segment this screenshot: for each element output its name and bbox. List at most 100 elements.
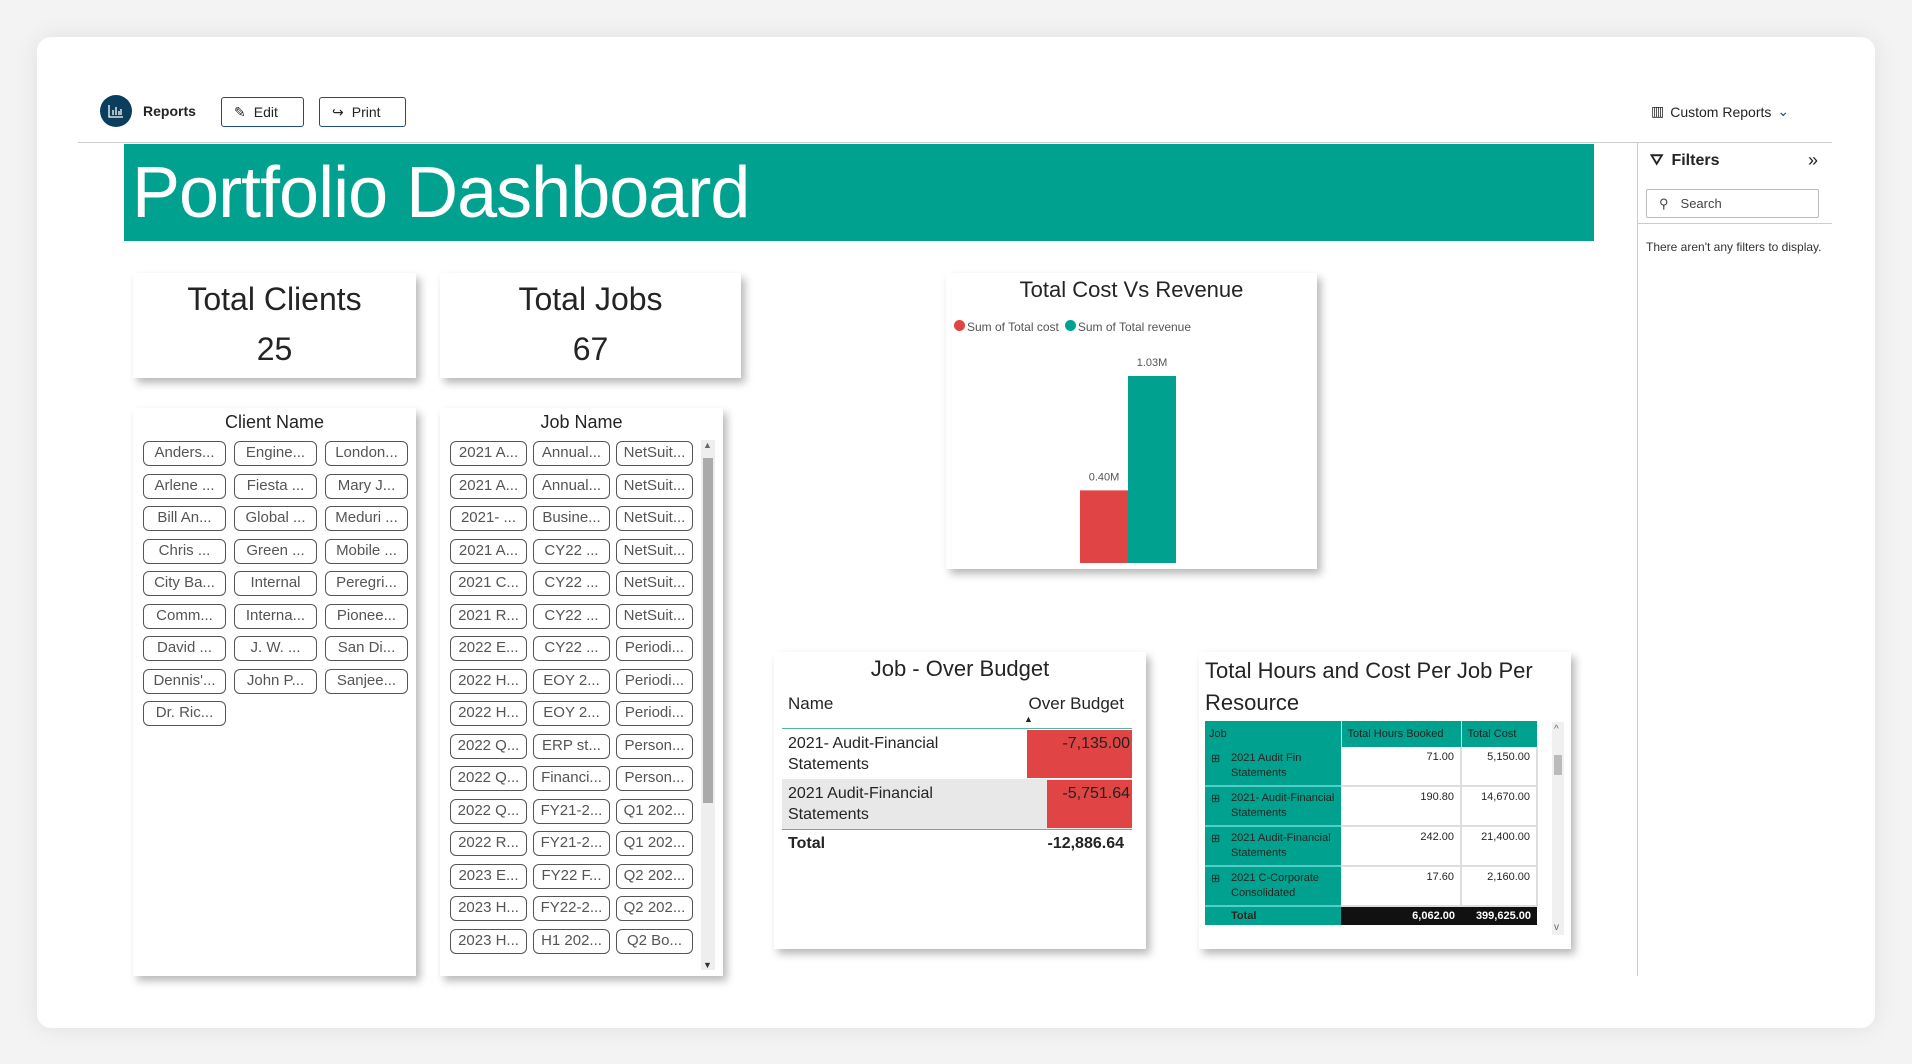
scrollbar-thumb[interactable]	[703, 458, 713, 803]
slicer-chip[interactable]: 2021 A...	[450, 441, 527, 466]
matrix-row[interactable]: ⊞ 2021 C-Corporate Consolidated 17.60 2,160…	[1205, 866, 1538, 907]
matrix-row[interactable]: ⊞ 2021 Audit-Financial Statements 242.00 21…	[1205, 826, 1538, 867]
slicer-chip[interactable]: Bill An...	[143, 506, 226, 531]
slicer-chip[interactable]: 2022 Q...	[450, 733, 527, 759]
slicer-chip[interactable]: 2022 R...	[450, 831, 527, 856]
slicer-chip[interactable]: Q1 202...	[616, 798, 693, 824]
column-header-name[interactable]: Name	[788, 694, 833, 714]
expand-icon[interactable]: ⊞	[1211, 792, 1220, 807]
slicer-chip[interactable]: 2022 H...	[450, 668, 527, 694]
slicer-chip[interactable]: NetSuit...	[616, 506, 693, 531]
slicer-chip[interactable]: NetSuit...	[616, 441, 693, 466]
slicer-chip[interactable]: FY21-2...	[533, 831, 610, 856]
print-button[interactable]: ↪ Print	[319, 97, 406, 127]
slicer-chip[interactable]: NetSuit...	[616, 571, 693, 596]
slicer-chip[interactable]: Mobile ...	[325, 538, 408, 564]
slicer-chip[interactable]: NetSuit...	[616, 538, 693, 564]
slicer-chip[interactable]: 2022 Q...	[450, 798, 527, 824]
slicer-chip[interactable]: Periodi...	[616, 668, 693, 694]
slicer-chip[interactable]: EOY 2...	[533, 668, 610, 694]
slicer-chip[interactable]: 2022 E...	[450, 636, 527, 661]
slicer-chip[interactable]: Q1 202...	[616, 831, 693, 856]
expand-icon[interactable]: ⊞	[1211, 872, 1220, 887]
slicer-chip[interactable]: CY22 ...	[533, 603, 610, 629]
slicer-chip[interactable]: Person...	[616, 766, 693, 791]
slicer-chip[interactable]: Peregri...	[325, 571, 408, 596]
slicer-chip[interactable]: Comm...	[143, 603, 226, 629]
slicer-chip[interactable]: Engine...	[234, 441, 317, 466]
table-row[interactable]: 2021- Audit-Financial Statements -7,135.0…	[782, 729, 1132, 779]
slicer-chip[interactable]: Dr. Ric...	[143, 701, 226, 726]
scroll-down-icon[interactable]: ▼	[703, 960, 712, 970]
slicer-chip[interactable]: 2023 E...	[450, 863, 527, 889]
scroll-down-icon[interactable]: v	[1554, 922, 1559, 933]
reports-label[interactable]: Reports	[143, 103, 196, 119]
slicer-chip[interactable]: ERP st...	[533, 733, 610, 759]
scrollbar[interactable]: ^ v	[1552, 722, 1564, 935]
slicer-chip[interactable]: CY22 ...	[533, 636, 610, 661]
slicer-chip[interactable]: Internal	[234, 571, 317, 596]
column-header-hours[interactable]: Total Hours Booked	[1341, 721, 1462, 747]
slicer-chip[interactable]: Financi...	[533, 766, 610, 791]
column-header-job[interactable]: Job	[1205, 721, 1342, 747]
scrollbar[interactable]: ▲ ▼	[701, 440, 715, 970]
slicer-chip[interactable]: Chris ...	[143, 538, 226, 564]
collapse-filters-icon[interactable]: »	[1808, 150, 1818, 171]
slicer-chip[interactable]: Meduri ...	[325, 506, 408, 531]
slicer-chip[interactable]: NetSuit...	[616, 603, 693, 629]
slicer-chip[interactable]: Interna...	[234, 603, 317, 629]
slicer-chip[interactable]: Annual...	[533, 441, 610, 466]
slicer-chip[interactable]: FY22 F...	[533, 863, 610, 889]
slicer-chip[interactable]: J. W. ...	[234, 636, 317, 661]
column-header-cost[interactable]: Total Cost	[1461, 721, 1537, 747]
slicer-chip[interactable]: Sanjee...	[325, 668, 408, 694]
slicer-chip[interactable]: Mary J...	[325, 473, 408, 499]
slicer-chip[interactable]: Global ...	[234, 506, 317, 531]
slicer-chip[interactable]: Q2 202...	[616, 896, 693, 921]
slicer-chip[interactable]: Periodi...	[616, 701, 693, 726]
slicer-chip[interactable]: Pionee...	[325, 603, 408, 629]
scrollbar-thumb[interactable]	[1554, 755, 1562, 775]
custom-reports-dropdown[interactable]: ▥ Custom Reports ⌄	[1651, 103, 1789, 120]
slicer-chip[interactable]: John P...	[234, 668, 317, 694]
slicer-chip[interactable]: H1 202...	[533, 928, 610, 954]
slicer-chip[interactable]: 2021- ...	[450, 506, 527, 531]
slicer-chip[interactable]: Annual...	[533, 473, 610, 499]
slicer-chip[interactable]: 2021 A...	[450, 538, 527, 564]
slicer-chip[interactable]: Person...	[616, 733, 693, 759]
matrix-row[interactable]: ⊞ 2021- Audit-Financial Statements 190.80 1…	[1205, 786, 1538, 827]
slicer-chip[interactable]: 2022 H...	[450, 701, 527, 726]
slicer-chip[interactable]: 2021 A...	[450, 473, 527, 499]
slicer-chip[interactable]: Green ...	[234, 538, 317, 564]
slicer-chip[interactable]: Anders...	[143, 441, 226, 466]
slicer-chip[interactable]: 2023 H...	[450, 896, 527, 921]
column-header-over-budget[interactable]: Over Budget	[1029, 694, 1124, 714]
slicer-chip[interactable]: 2021 R...	[450, 603, 527, 629]
slicer-chip[interactable]: City Ba...	[143, 571, 226, 596]
slicer-chip[interactable]: FY22-2...	[533, 896, 610, 921]
slicer-chip[interactable]: EOY 2...	[533, 701, 610, 726]
table-row[interactable]: 2021 Audit-Financial Statements -5,751.64	[782, 779, 1132, 829]
slicer-chip[interactable]: 2021 C...	[450, 571, 527, 596]
slicer-chip[interactable]: London...	[325, 441, 408, 466]
slicer-chip[interactable]: Arlene ...	[143, 473, 226, 499]
expand-icon[interactable]: ⊞	[1211, 752, 1220, 767]
slicer-chip[interactable]: FY21-2...	[533, 798, 610, 824]
slicer-chip[interactable]: David ...	[143, 636, 226, 661]
expand-icon[interactable]: ⊞	[1211, 832, 1220, 847]
slicer-chip[interactable]: San Di...	[325, 636, 408, 661]
bar-revenue[interactable]	[1128, 376, 1176, 563]
slicer-chip[interactable]: Fiesta ...	[234, 473, 317, 499]
slicer-chip[interactable]: Q2 202...	[616, 863, 693, 889]
slicer-chip[interactable]: 2022 Q...	[450, 766, 527, 791]
scroll-up-icon[interactable]: ▲	[703, 440, 712, 450]
edit-button[interactable]: ✎ Edit	[221, 97, 304, 127]
slicer-chip[interactable]: Busine...	[533, 506, 610, 531]
slicer-chip[interactable]: Q2 Bo...	[616, 928, 693, 954]
matrix-row[interactable]: ⊞ 2021 Audit Fin Statements 71.00 5,150.00	[1205, 747, 1538, 787]
bar-cost[interactable]	[1080, 490, 1128, 563]
slicer-chip[interactable]: Periodi...	[616, 636, 693, 661]
filters-search-input[interactable]: ⚲ Search	[1646, 189, 1819, 218]
slicer-chip[interactable]: CY22 ...	[533, 571, 610, 596]
slicer-chip[interactable]: CY22 ...	[533, 538, 610, 564]
